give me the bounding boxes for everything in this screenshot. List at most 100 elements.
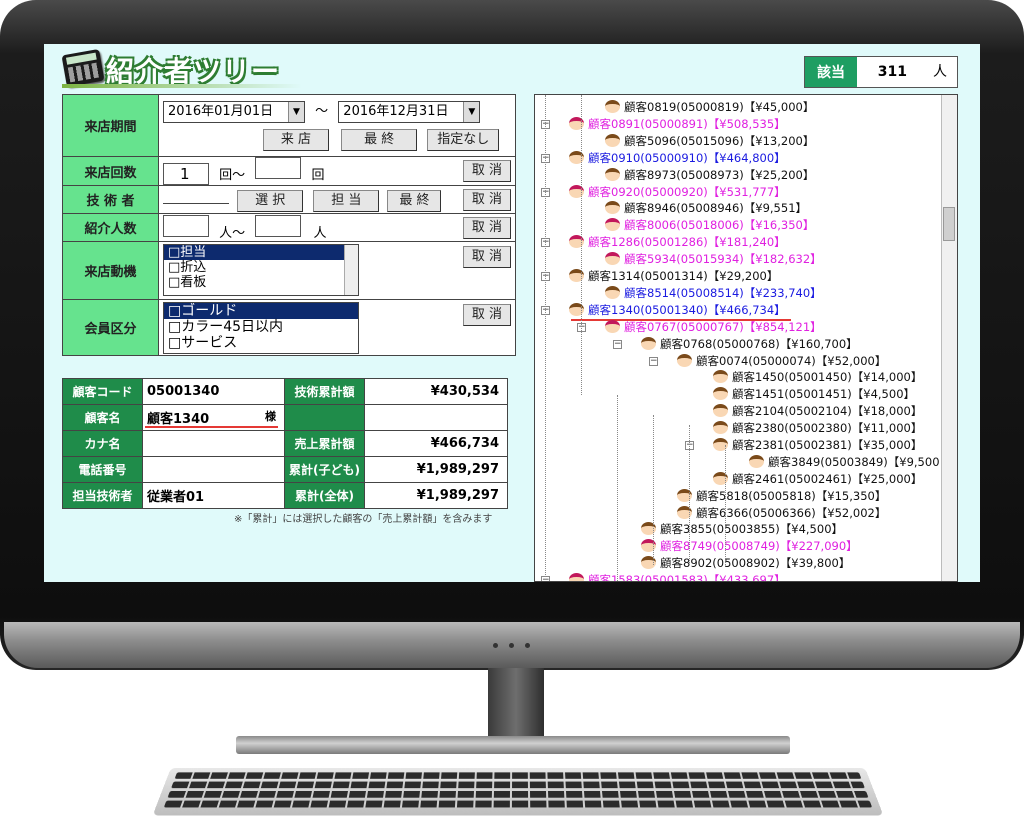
tree-node[interactable]: 顧客5934(05015934)【¥182,632】 (605, 251, 822, 268)
list-item[interactable]: □折込 (164, 260, 358, 275)
technician-last-button[interactable]: 最 終 (387, 189, 442, 212)
referral-tree[interactable]: 顧客0819(05000819)【¥45,000】顧客0891(05000891… (534, 94, 958, 582)
list-item[interactable]: □担当 (164, 245, 358, 260)
indicator-dot (509, 643, 514, 648)
tree-node[interactable]: 顧客8749(05008749)【¥227,090】 (641, 538, 858, 555)
customer-face-icon (641, 337, 656, 350)
info-label: 累計(子ども) (284, 456, 365, 483)
customer-info-table: 顧客コード 05001340 技術累計額 ¥430,534 顧客名 顧客1340… (62, 378, 508, 509)
referrals-cancel-button[interactable]: 取 消 (463, 217, 511, 239)
member-label: 会員区分 (62, 299, 159, 356)
member-list[interactable]: □ゴールド □カラー45日以内 □サービス (163, 302, 359, 354)
tree-node[interactable]: 顧客1450(05001450)【¥14,000】 (713, 369, 922, 386)
keyboard (152, 767, 884, 816)
tree-node[interactable]: 顧客0768(05000768)【¥160,700】 (641, 336, 858, 353)
tree-node[interactable]: 顧客0767(05000767)【¥854,121】 (605, 319, 822, 336)
motive-list[interactable]: □担当 □折込 □看板 (163, 244, 359, 296)
tree-node-label: 顧客8514(05008514)【¥233,740】 (624, 286, 822, 300)
referrals-unit: 人 (313, 225, 327, 241)
referrals-label: 紹介人数 (62, 213, 159, 242)
technician-charge-button[interactable]: 担 当 (313, 189, 380, 212)
list-item[interactable]: □サービス (164, 335, 358, 351)
tree-node-label: 顧客1286(05001286)【¥181,240】 (588, 235, 786, 249)
tree-node-label: 顧客0891(05000891)【¥508,535】 (588, 117, 786, 131)
tree-node-label: 顧客3849(05003849)【¥9,500 (768, 455, 940, 469)
tree-node-label: 顧客0819(05000819)【¥45,000】 (624, 100, 815, 114)
referrals-to-input[interactable] (255, 214, 302, 237)
customer-face-icon (569, 573, 584, 581)
hit-unit: 人 (933, 64, 947, 80)
tree-node-label: 顧客1314(05001314)【¥29,200】 (588, 269, 779, 283)
visit-count-from-input[interactable]: 1 (163, 163, 209, 185)
tree-node-label: 顧客1450(05001450)【¥14,000】 (732, 370, 923, 384)
tree-node[interactable]: 顧客8973(05008973)【¥25,200】 (605, 167, 814, 184)
hit-label: 該当 (805, 57, 857, 87)
tree-node[interactable]: 顧客8006(05018006)【¥16,350】 (605, 217, 814, 234)
tree-node[interactable]: 顧客0910(05000910)【¥464,800】 (569, 150, 786, 167)
tree-node[interactable]: 顧客0920(05000920)【¥531,777】 (569, 184, 786, 201)
search-form: 来店期間 2016年01月01日 ▼ ～ 2016年12月31日 ▼ 来 店 最 終… (62, 94, 516, 356)
collapse-toggle-icon[interactable]: − (649, 357, 658, 366)
list-item[interactable]: □ゴールド (164, 303, 358, 319)
tree-node[interactable]: 顧客8946(05008946)【¥9,551】 (605, 200, 807, 217)
customer-face-icon (713, 370, 728, 383)
tree-connector (617, 395, 618, 581)
visit-period-to-select[interactable]: 2016年12月31日 ▼ (338, 101, 481, 123)
hit-count: 311 (877, 64, 907, 80)
info-label: カナ名 (62, 430, 143, 457)
visit-period-from-select[interactable]: 2016年01月01日 ▼ (163, 101, 305, 123)
scrollbar-thumb[interactable] (943, 207, 955, 241)
list-item[interactable]: □カラー45日以内 (164, 319, 358, 335)
tree-node[interactable]: 顧客2104(05002104)【¥18,000】 (713, 403, 922, 420)
tree-node[interactable]: 顧客0074(05000074)【¥52,000】 (677, 353, 886, 370)
referrals-from-input[interactable] (163, 214, 209, 237)
tree-node[interactable]: 顧客1451(05001451)【¥4,500】 (713, 386, 915, 403)
tree-node[interactable]: 顧客2380(05002380)【¥11,000】 (713, 420, 922, 437)
tree-node[interactable]: 顧客6366(05006366)【¥52,002】 (677, 505, 886, 522)
visit-count-to-input[interactable] (255, 157, 302, 179)
tree-node[interactable]: 顧客2381(05002381)【¥35,000】 (713, 437, 922, 454)
tree-node[interactable]: 顧客1340(05001340)【¥466,734】 (569, 302, 786, 319)
visit-date-button[interactable]: 来 店 (263, 129, 329, 151)
last-visit-button[interactable]: 最 終 (341, 129, 418, 151)
tree-node-label: 顧客3855(05003855)【¥4,500】 (660, 522, 844, 536)
tree-node[interactable]: 顧客1583(05001583)【¥433,697】 (569, 572, 786, 581)
range-separator: ～ (315, 104, 329, 119)
no-period-button[interactable]: 指定なし (427, 129, 500, 151)
info-value: ¥430,534 (364, 378, 508, 405)
tree-node[interactable]: 顧客8514(05008514)【¥233,740】 (605, 285, 822, 302)
tree-node[interactable]: 顧客5818(05005818)【¥15,350】 (677, 488, 886, 505)
tree-node[interactable]: 顧客3849(05003849)【¥9,500 (749, 454, 940, 471)
tree-node[interactable]: 顧客0891(05000891)【¥508,535】 (569, 116, 786, 133)
tree-node[interactable]: 顧客5096(05015096)【¥13,200】 (605, 133, 814, 150)
info-value (142, 430, 285, 457)
info-value: 05001340 (142, 378, 285, 405)
scrollbar[interactable] (941, 95, 957, 581)
info-label (284, 404, 365, 431)
technician-select-button[interactable]: 選 択 (237, 189, 304, 212)
tree-node[interactable]: 顧客0819(05000819)【¥45,000】 (605, 99, 814, 116)
tree-node-label: 顧客2381(05002381)【¥35,000】 (732, 438, 923, 452)
tree-node[interactable]: 顧客3855(05003855)【¥4,500】 (641, 521, 843, 538)
list-item[interactable]: □看板 (164, 275, 358, 290)
scrollbar[interactable] (344, 245, 358, 295)
info-label: 売上累計額 (284, 430, 365, 457)
collapse-toggle-icon[interactable]: − (613, 340, 622, 349)
collapse-toggle-icon[interactable]: − (541, 576, 550, 581)
motive-cancel-button[interactable]: 取 消 (463, 246, 511, 268)
customer-face-icon (605, 252, 620, 265)
tree-node[interactable]: 顧客1314(05001314)【¥29,200】 (569, 268, 778, 285)
tree-node[interactable]: 顧客2461(05002461)【¥25,000】 (713, 471, 922, 488)
technician-cancel-button[interactable]: 取 消 (463, 189, 511, 211)
visit-count-cancel-button[interactable]: 取 消 (463, 160, 511, 182)
visit-period-label: 来店期間 (62, 94, 159, 157)
info-label: 顧客コード (62, 378, 143, 405)
visit-count-label: 来店回数 (62, 156, 159, 186)
tree-node[interactable]: 顧客8902(05008902)【¥39,800】 (641, 555, 850, 572)
member-cancel-button[interactable]: 取 消 (463, 304, 511, 326)
tree-node[interactable]: 顧客1286(05001286)【¥181,240】 (569, 234, 786, 251)
monitor-base (236, 736, 790, 754)
technician-field[interactable] (163, 188, 229, 204)
info-value (364, 404, 508, 431)
info-label: 顧客名 (62, 404, 143, 431)
